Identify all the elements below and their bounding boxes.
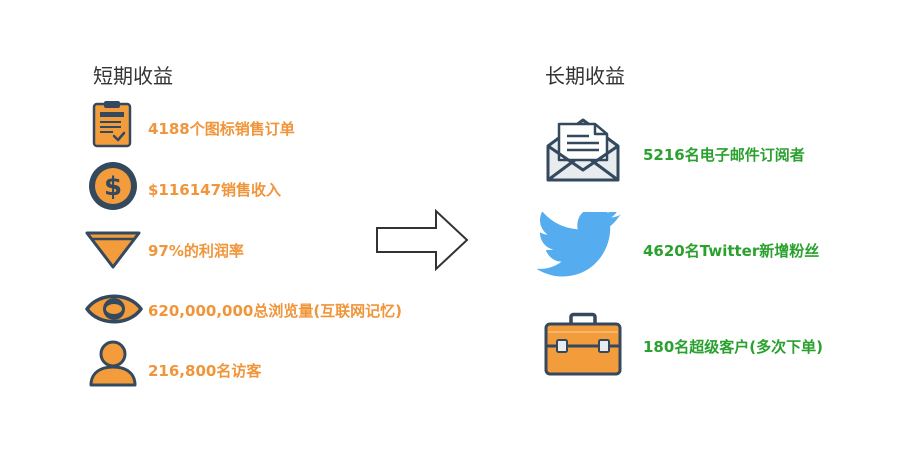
- briefcase-icon: [544, 312, 622, 376]
- clipboard-icon: [92, 101, 132, 148]
- short-term-item-revenue: $116147销售收入: [148, 181, 282, 199]
- triangle-icon: [85, 231, 141, 269]
- long-term-heading: 长期收益: [545, 64, 625, 88]
- long-term-item-subscribers: 5216名电子邮件订阅者: [643, 146, 805, 164]
- svg-text:$: $: [104, 172, 122, 202]
- short-term-item-views: 620,000,000总浏览量(互联网记忆): [148, 302, 403, 320]
- short-term-item-visitors: 216,800名访客: [148, 362, 262, 380]
- envelope-icon: [546, 118, 620, 182]
- long-term-item-super-customers: 180名超级客户(多次下单): [643, 338, 824, 356]
- short-term-item-orders: 4188个图标销售订单: [148, 120, 295, 138]
- eye-icon: [85, 294, 143, 324]
- short-term-heading: 短期收益: [93, 64, 173, 88]
- right-arrow-icon: [376, 208, 469, 272]
- dollar-coin-icon: $: [89, 162, 137, 210]
- user-icon: [89, 340, 137, 387]
- short-term-item-margin: 97%的利润率: [148, 242, 244, 260]
- long-term-item-twitter: 4620名Twitter新增粉丝: [643, 242, 820, 260]
- twitter-bird-icon: [536, 212, 622, 277]
